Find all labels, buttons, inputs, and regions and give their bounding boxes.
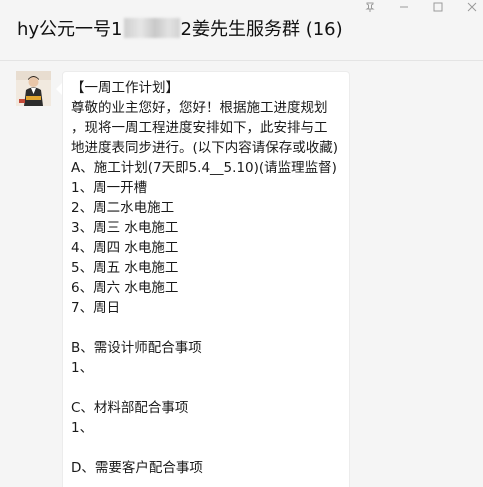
message-line: 7、周日	[71, 300, 121, 316]
message-line: 1、周一开槽	[71, 180, 148, 196]
message-line: 2、周二水电施工	[71, 200, 175, 216]
message-line: 【一周工作计划】	[71, 80, 179, 96]
message-line: 地进度表同步进行。(以下内容请保存或收藏)	[71, 140, 339, 156]
message-line: 1、	[71, 420, 94, 436]
message-line: 1、	[71, 360, 94, 376]
message-line: ，现将一周工程进度安排如下，此安排与工	[71, 120, 328, 136]
message-line: 6、周六 水电施工	[71, 280, 179, 296]
chat-window: hy公元一号1 2姜先生服务群 (16) 【一周工作计划】 尊敬的业主您好，您好…	[0, 0, 483, 487]
message-line: A、施工计划(7天即5.4__5.10)(请监理监督)	[71, 160, 337, 176]
chat-title: hy公元一号1 2姜先生服务群 (16)	[17, 18, 343, 42]
sender-avatar[interactable]	[16, 71, 51, 106]
redacted-name	[123, 18, 180, 38]
message-line	[71, 378, 347, 398]
message-line: B、需设计师配合事项	[71, 340, 202, 356]
maximize-icon[interactable]	[431, 1, 445, 13]
chat-title-prefix: hy公元一号1	[17, 19, 123, 40]
close-icon[interactable]	[465, 1, 479, 13]
pin-icon[interactable]	[363, 1, 377, 13]
message-text[interactable]: 【一周工作计划】尊敬的业主您好，您好！根据施工进度规划 ，现将一周工程进度安排如下…	[71, 78, 347, 478]
message-line: 5、周五 水电施工	[71, 260, 179, 276]
message-line: 4、周四 水电施工	[71, 240, 179, 256]
minimize-icon[interactable]	[397, 1, 411, 13]
message-line: D、需要客户配合事项	[71, 460, 203, 476]
chat-message-area[interactable]: 【一周工作计划】尊敬的业主您好，您好！根据施工进度规划 ，现将一周工程进度安排如下…	[0, 61, 483, 487]
window-controls	[363, 0, 479, 14]
message-line: 尊敬的业主您好，您好！根据施工进度规划	[71, 100, 328, 116]
message-line	[71, 318, 347, 338]
chat-header: hy公元一号1 2姜先生服务群 (16)	[0, 0, 483, 61]
chat-title-suffix: 2姜先生服务群 (16)	[180, 19, 343, 40]
message-line: C、材料部配合事项	[71, 400, 189, 416]
message-line: 3、周三 水电施工	[71, 220, 179, 236]
message-line	[71, 438, 347, 458]
